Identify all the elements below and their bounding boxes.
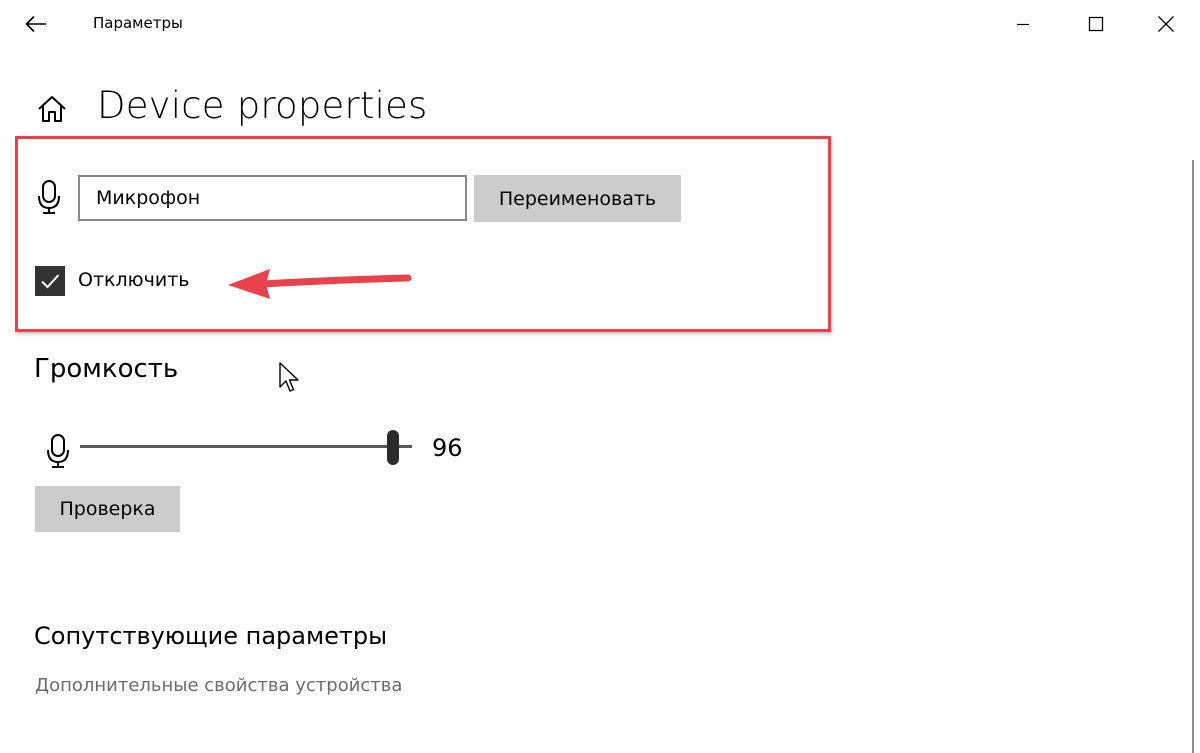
maximize-icon <box>1088 16 1104 32</box>
test-button[interactable]: Проверка <box>35 486 180 532</box>
rename-button[interactable]: Переименовать <box>474 175 681 222</box>
volume-heading: Громкость <box>34 354 179 384</box>
checkmark-icon <box>41 274 60 289</box>
disable-checkbox[interactable] <box>35 266 65 296</box>
page-title: Device properties <box>97 84 428 127</box>
back-button[interactable] <box>18 8 54 40</box>
scrollbar[interactable] <box>1192 160 1194 753</box>
disable-label[interactable]: Отключить <box>78 269 189 291</box>
minimize-icon <box>1017 23 1029 26</box>
maximize-button[interactable] <box>1073 6 1119 42</box>
annotation-highlight-box <box>15 136 831 332</box>
related-settings-heading: Сопутствующие параметры <box>34 622 388 650</box>
window-title: Параметры <box>93 14 183 32</box>
home-button[interactable] <box>35 92 69 126</box>
microphone-icon <box>37 179 61 215</box>
device-name-input[interactable] <box>78 175 467 221</box>
close-button[interactable] <box>1143 6 1189 42</box>
arrow-left-icon <box>25 15 46 33</box>
volume-slider-thumb[interactable] <box>387 430 399 465</box>
volume-value: 96 <box>432 434 463 462</box>
mouse-cursor-icon <box>278 361 300 395</box>
annotation-arrow-icon <box>222 258 422 304</box>
close-icon <box>1158 16 1174 32</box>
home-icon <box>38 96 66 122</box>
volume-slider-track[interactable] <box>80 445 412 448</box>
minimize-button[interactable] <box>1000 6 1046 42</box>
additional-device-properties-link[interactable]: Дополнительные свойства устройства <box>35 675 402 696</box>
microphone-icon <box>46 433 70 469</box>
